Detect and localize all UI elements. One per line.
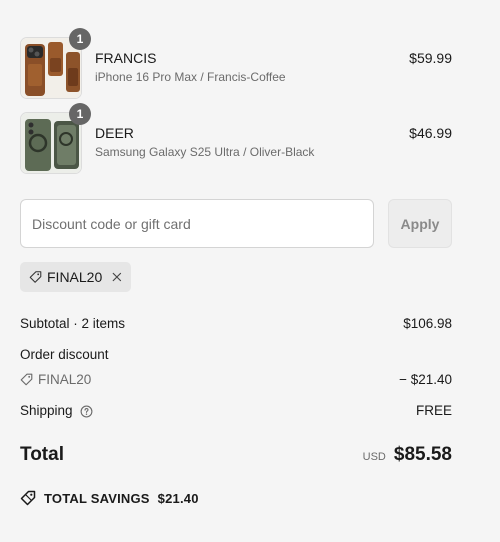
- product-price: $46.99: [409, 125, 452, 141]
- info-icon[interactable]: [80, 405, 93, 418]
- applied-code-label: FINAL20: [47, 269, 103, 285]
- quantity-badge: 1: [69, 28, 91, 50]
- order-discount-label: Order discount: [20, 347, 109, 362]
- line-item: 1 FRANCIS iPhone 16 Pro Max / Francis-Co…: [20, 28, 452, 99]
- product-name: DEER: [95, 125, 134, 141]
- savings-label: TOTAL SAVINGS: [44, 490, 150, 506]
- discount-code-row: FINAL20 − $21.40: [20, 372, 452, 387]
- product-variant: Samsung Galaxy S25 Ultra / Oliver-Black: [95, 145, 315, 159]
- discount-code-input[interactable]: [20, 199, 374, 248]
- quantity-badge: 1: [69, 103, 91, 125]
- product-price: $59.99: [409, 50, 452, 66]
- savings-value: $21.40: [157, 490, 199, 506]
- discount-code-summary: FINAL20: [20, 372, 452, 387]
- subtotal-value: $106.98: [403, 316, 452, 331]
- tag-icon: [29, 271, 42, 283]
- total-amount: $85.58: [393, 444, 452, 465]
- subtotal-row: Subtotal · 2 items $106.98: [20, 316, 452, 331]
- total-savings: TOTAL SAVINGS $21.40: [20, 490, 199, 506]
- savings-tag-icon: [20, 490, 36, 506]
- subtotal-label: Subtotal · 2 items: [20, 316, 126, 331]
- discount-code-text: FINAL20: [38, 372, 92, 387]
- line-item: 1 DEER Samsung Galaxy S25 Ultra / Oliver…: [20, 103, 452, 174]
- apply-button[interactable]: Apply: [388, 199, 452, 248]
- product-variant: iPhone 16 Pro Max / Francis-Coffee: [95, 70, 286, 84]
- total-label: Total: [20, 444, 64, 465]
- total-value-group: USD $85.58: [363, 444, 452, 466]
- product-name: FRANCIS: [95, 50, 157, 66]
- tag-icon: [20, 373, 33, 386]
- shipping-row: Shipping FREE: [20, 403, 452, 418]
- product-thumbnail-wrap: 1: [20, 28, 91, 99]
- discount-value: − $21.40: [399, 372, 452, 387]
- shipping-value: FREE: [415, 403, 452, 418]
- currency-code: USD: [362, 451, 386, 463]
- applied-discount-chip: FINAL20: [20, 262, 131, 292]
- shipping-label: Shipping: [20, 403, 73, 418]
- order-discount-row: Order discount: [20, 347, 452, 362]
- close-icon[interactable]: [112, 271, 122, 283]
- product-thumbnail-wrap: 1: [20, 103, 91, 174]
